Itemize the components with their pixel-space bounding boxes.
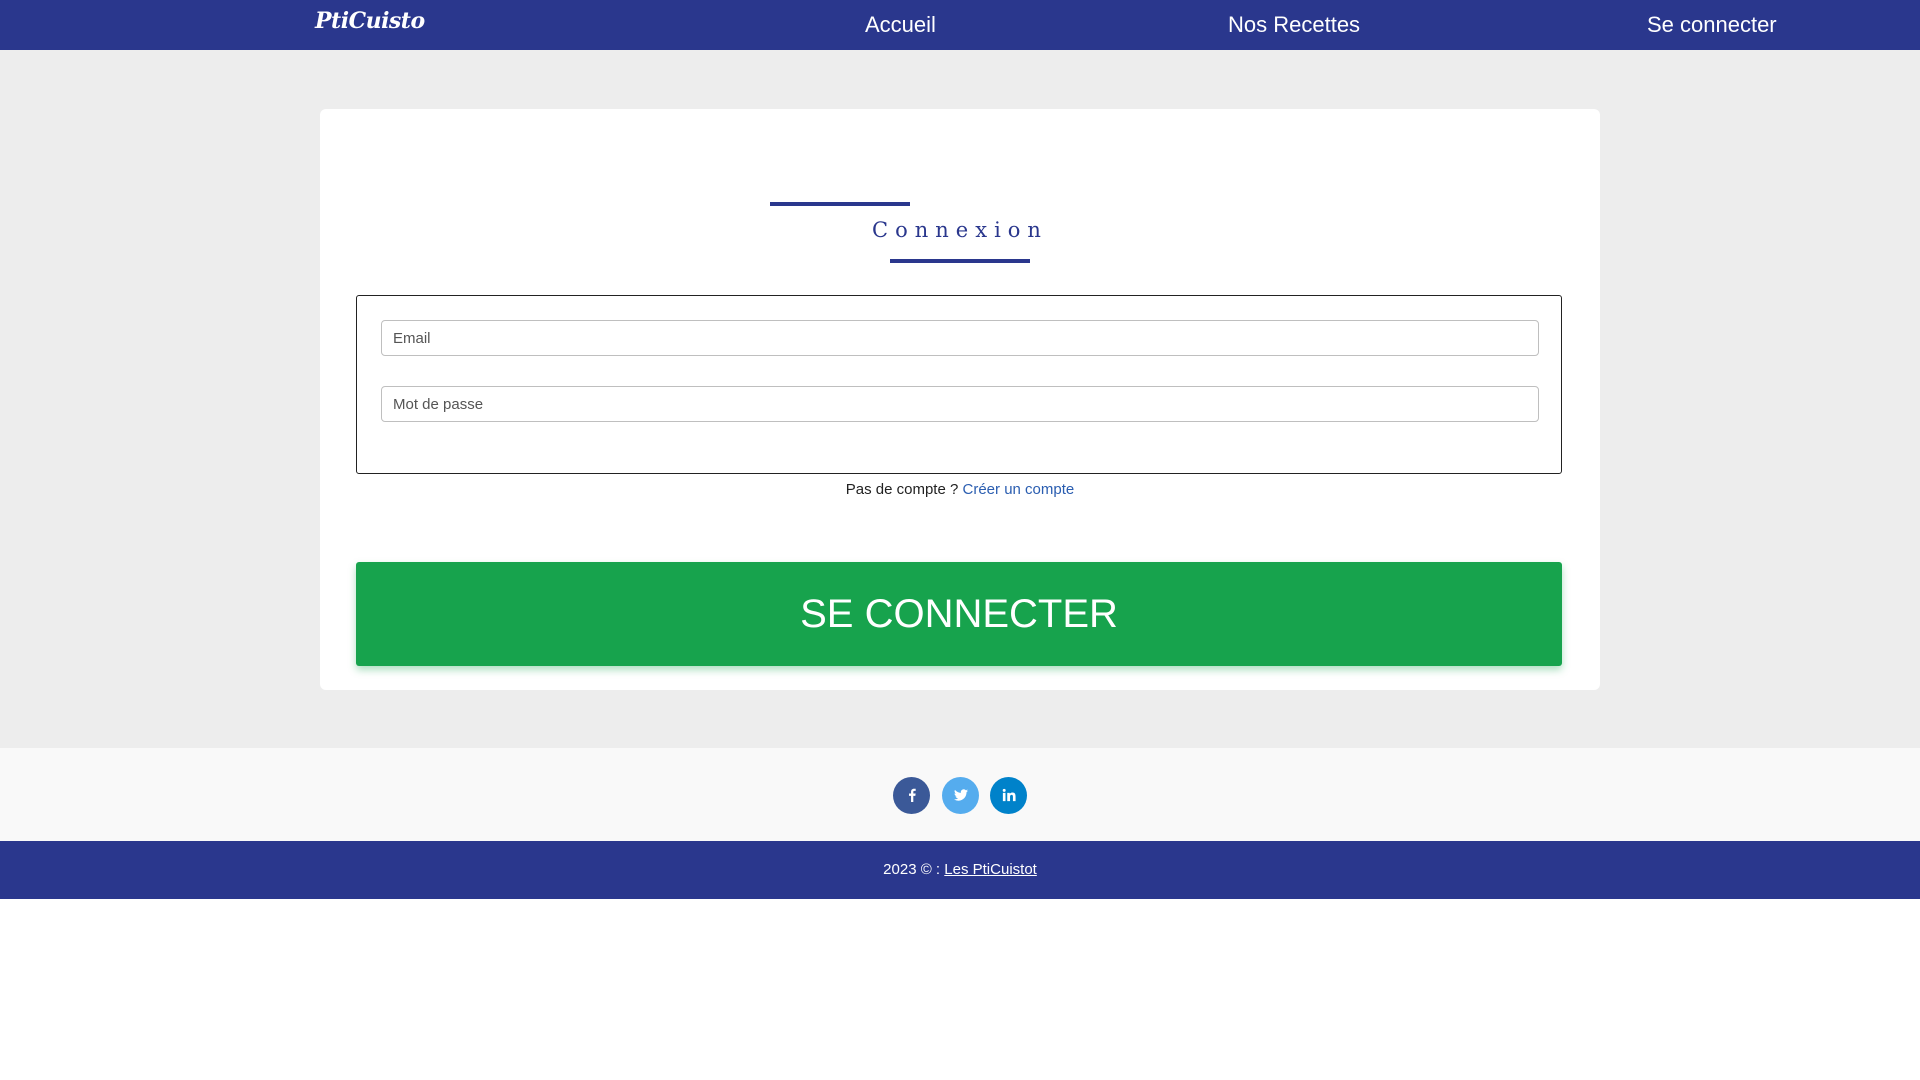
facebook-icon[interactable]	[893, 777, 930, 814]
email-field[interactable]	[381, 320, 1539, 356]
brand-logo[interactable]: PtiCuisto	[315, 8, 425, 34]
copyright-footer: 2023 © : Les PtiCuistot	[0, 841, 1920, 899]
navbar: PtiCuisto Accueil Nos Recettes Se connec…	[0, 0, 1920, 50]
nav-link-accueil[interactable]: Accueil	[865, 12, 936, 38]
social-bar	[0, 748, 1920, 841]
nav-link-se-connecter[interactable]: Se connecter	[1647, 12, 1777, 38]
create-account-link[interactable]: Créer un compte	[963, 481, 1075, 498]
main-content: Connexion Pas de compte ? Créer un compt…	[0, 50, 1920, 748]
login-form	[356, 295, 1562, 474]
nav-link-recettes[interactable]: Nos Recettes	[1228, 12, 1360, 38]
title-decoration-top	[770, 202, 910, 206]
title-decoration-bottom	[890, 259, 1030, 263]
twitter-icon[interactable]	[942, 777, 979, 814]
copyright-text: 2023 © :	[883, 861, 941, 878]
copyright-link[interactable]: Les PtiCuistot	[944, 861, 1037, 878]
signup-prompt: Pas de compte ? Créer un compte	[320, 481, 1600, 498]
password-field[interactable]	[381, 386, 1539, 422]
page-title: Connexion	[872, 218, 1048, 242]
login-card: Connexion Pas de compte ? Créer un compt…	[320, 109, 1600, 690]
signup-prompt-text: Pas de compte ?	[845, 481, 959, 498]
login-button[interactable]: SE CONNECTER	[356, 562, 1562, 666]
linkedin-icon[interactable]	[990, 777, 1027, 814]
